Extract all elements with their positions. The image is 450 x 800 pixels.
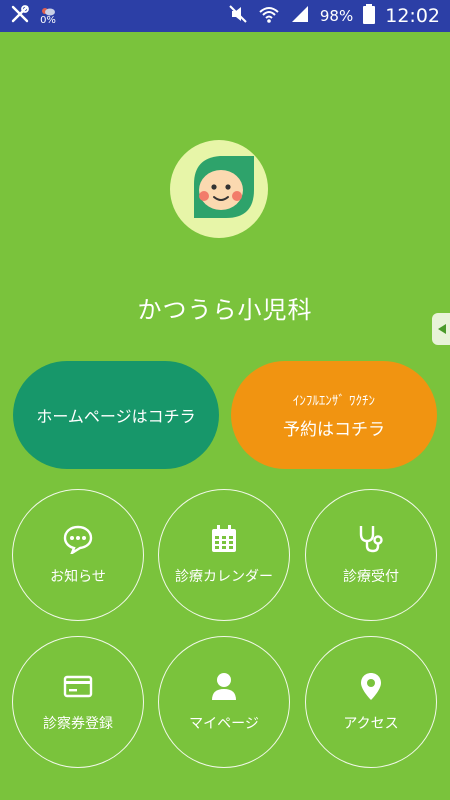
menu-access[interactable]: アクセス [305,636,437,768]
clock: 12:02 [385,5,440,27]
menu-label: マイページ [189,716,259,732]
clinic-title: かつうら小児科 [137,296,313,324]
reservation-label: 予約はコチラ [283,420,385,440]
stethoscope-icon [359,526,383,553]
person-icon [212,673,236,700]
leaf-baby-face-icon [170,140,268,238]
homepage-button-label: ホームページはコチラ [36,407,196,426]
side-drawer-tab[interactable] [432,313,450,345]
card-icon [63,675,93,698]
menu-label: 診療カレンダー [175,569,273,585]
signal-icon [290,4,310,28]
tools-icon [10,4,30,28]
weather-percent: 0% [40,15,56,26]
location-pin-icon [361,673,381,700]
menu-reception[interactable]: 診療受付 [305,489,437,621]
menu-label: お知らせ [50,569,106,585]
menu-label: 診療受付 [343,569,399,585]
menu-mypage[interactable]: マイページ [158,636,290,768]
battery-icon [363,4,376,28]
calendar-icon [212,525,236,552]
flu-vaccine-label: ｲﾝﾌﾙｴﾝｻﾞ ﾜｸﾁﾝ [292,394,376,409]
menu-label: アクセス [343,716,399,732]
menu-calendar[interactable]: 診療カレンダー [158,489,290,621]
homepage-button[interactable]: ホームページはコチラ [13,361,219,469]
menu-card-registration[interactable]: 診察券登録 [12,636,144,768]
flu-vaccine-reservation-button[interactable]: ｲﾝﾌﾙｴﾝｻﾞ ﾜｸﾁﾝ 予約はコチラ [231,361,437,469]
status-bar: 0% 98% 12:02 [0,0,450,32]
menu-news[interactable]: お知らせ [12,489,144,621]
wifi-icon [258,4,280,28]
weather-indicator: 0% [40,6,56,26]
arrow-left-icon [438,324,446,334]
mute-icon [228,4,248,28]
menu-label: 診察券登録 [43,716,113,732]
chat-bubble-icon [63,525,93,554]
battery-percent: 98% [319,7,354,25]
